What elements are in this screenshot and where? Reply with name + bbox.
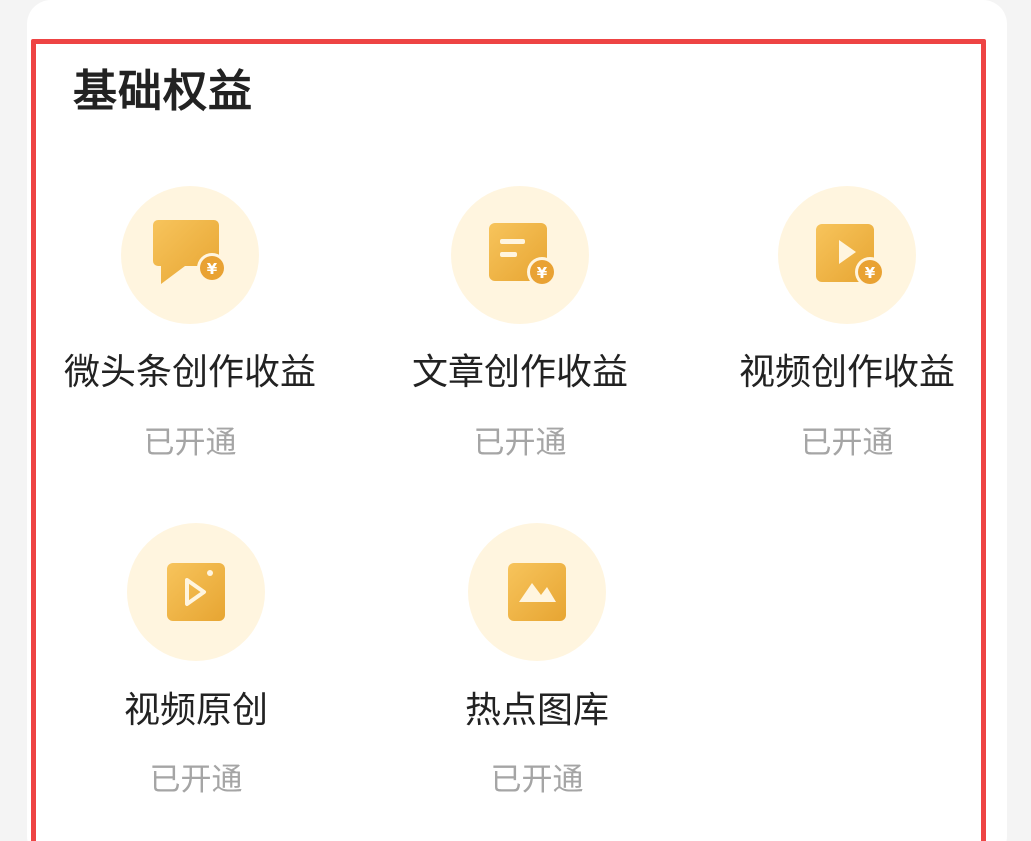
benefit-label: 视频原创 (123, 690, 268, 731)
benefit-label: 微头条创作收益 (63, 352, 316, 393)
svg-text:¥: ¥ (207, 260, 218, 278)
benefit-label: 文章创作收益 (411, 352, 628, 393)
benefits-page: 基础权益 ¥ 微头条创作收益 已开通 ¥ 文章创作收益 已开通 ¥ 视频创作收益… (0, 0, 1031, 841)
benefit-status: 已开通 (143, 425, 237, 461)
micro-headline-revenue-icon: ¥ (121, 186, 259, 324)
svg-text:¥: ¥ (865, 264, 876, 282)
benefit-label: 视频创作收益 (738, 352, 955, 393)
hotspot-gallery-icon (468, 523, 606, 661)
benefit-status: 已开通 (473, 425, 567, 461)
video-original-icon (127, 523, 265, 661)
benefit-status: 已开通 (490, 762, 584, 798)
benefit-label: 热点图库 (464, 690, 609, 731)
svg-text:¥: ¥ (537, 264, 548, 282)
article-revenue-icon: ¥ (451, 186, 589, 324)
benefit-status: 已开通 (800, 425, 894, 461)
section-title: 基础权益 (73, 66, 253, 117)
benefit-status: 已开通 (149, 762, 243, 798)
video-revenue-icon: ¥ (778, 186, 916, 324)
